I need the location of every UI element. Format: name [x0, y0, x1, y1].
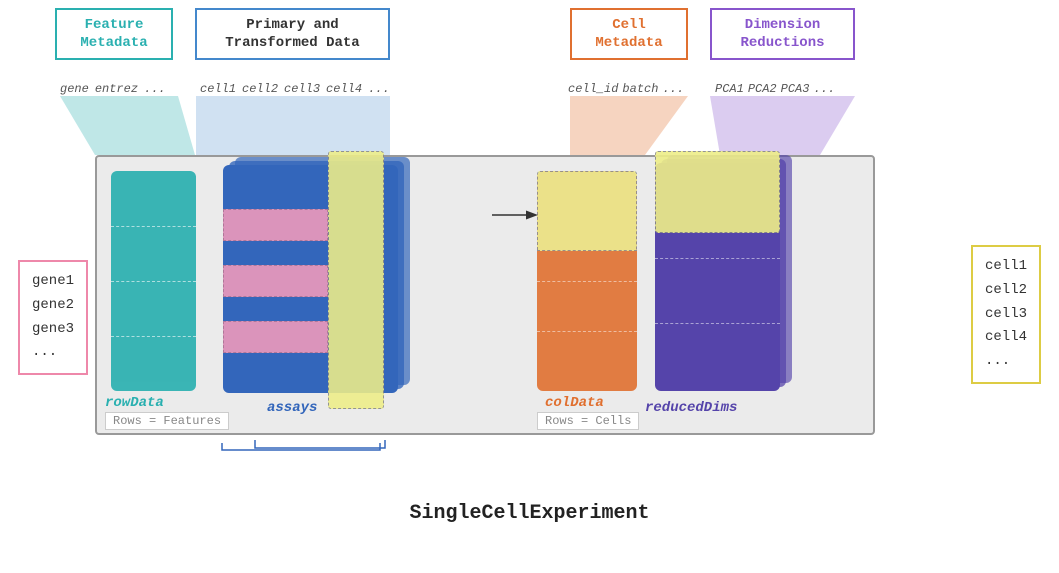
header-box-cell-meta: CellMetadata	[570, 8, 688, 60]
assay-stripe-1	[223, 209, 328, 241]
label-coldata: colData	[545, 395, 604, 411]
header-box-dim-red: DimensionReductions	[710, 8, 855, 60]
assay-main-block	[223, 165, 398, 393]
header-box-primary-data: Primary andTransformed Data	[195, 8, 390, 60]
reduced-main-block	[655, 163, 780, 391]
rows-features-label: Rows = Features	[105, 412, 229, 430]
cell-labels: cell1 cell2 cell3 cell4 ...	[971, 245, 1041, 384]
assay-stripe-2	[223, 265, 328, 297]
diagram-title: SingleCellExperiment	[0, 502, 1059, 525]
rows-cells-label: Rows = Cells	[537, 412, 639, 430]
col-labels-primary: cell1 cell2 cell3 cell4 ...	[200, 82, 390, 96]
gene-labels: gene1 gene2 gene3 ...	[18, 260, 88, 375]
coldata-block	[537, 171, 637, 391]
coldata-yellow	[537, 171, 637, 251]
col-labels-cellmeta: cell_id batch ...	[568, 82, 684, 96]
assay-stripe-3	[223, 321, 328, 353]
assay-yellow-col	[328, 151, 384, 409]
col-labels-dimred: PCA1 PCA2 PCA3 ...	[715, 82, 835, 96]
main-diagram-box: rowData assays colData reducedDims Rows …	[95, 155, 875, 435]
col-labels-feature: gene entrez ...	[60, 82, 166, 96]
reduced-yellow	[655, 151, 780, 233]
main-container: Feature Metadata Primary andTransformed …	[0, 0, 1059, 573]
label-rowdata: rowData	[105, 395, 164, 411]
rowdata-block	[111, 171, 196, 391]
label-reduced: reducedDims	[645, 400, 737, 416]
header-box-feature-meta: Feature Metadata	[55, 8, 173, 60]
label-assays: assays	[267, 400, 317, 416]
